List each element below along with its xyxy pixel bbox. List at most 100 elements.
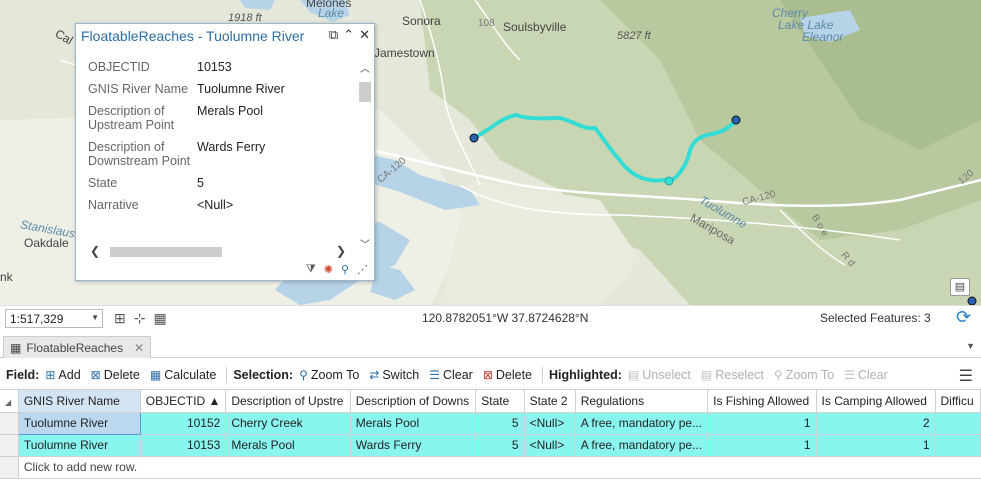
feature-popup: FloatableReaches - Tuolumne River ⧉ ⌃ ✕ … bbox=[75, 23, 375, 281]
reach-endpoint-edge[interactable] bbox=[967, 296, 977, 305]
map-tool-icon[interactable]: ▤ bbox=[950, 278, 970, 296]
collapse-icon[interactable]: ⌃ bbox=[343, 27, 354, 43]
zoom-icon[interactable]: ⚲ bbox=[341, 263, 349, 276]
table-cell[interactable]: 10153 bbox=[140, 434, 227, 457]
column-header[interactable]: Description of Upstre bbox=[225, 390, 351, 413]
pane-menu-icon[interactable]: ▼ bbox=[966, 341, 975, 351]
table-cell[interactable]: Merals Pool bbox=[350, 412, 477, 435]
fixed-zoom-icon[interactable]: ⊞ bbox=[114, 310, 126, 327]
popup-title: FloatableReaches - Tuolumne River bbox=[81, 28, 305, 44]
selected-features-count[interactable]: Selected Features: 3 bbox=[820, 311, 931, 325]
add-field-icon: ⊞ bbox=[45, 368, 56, 382]
zoom-to-highlighted-button[interactable]: ⚲ Zoom To bbox=[774, 368, 834, 382]
row-selector[interactable] bbox=[0, 412, 19, 435]
scroll-right-icon[interactable]: ❯ bbox=[336, 244, 346, 258]
table-row[interactable]: Tuolumne River 10153 Merals Pool Wards F… bbox=[0, 434, 981, 457]
selection-group-label: Selection: bbox=[233, 368, 294, 382]
switch-selection-button[interactable]: ⇄ Switch bbox=[369, 368, 419, 382]
scroll-thumb[interactable] bbox=[359, 82, 371, 102]
table-cell[interactable]: Tuolumne River bbox=[18, 434, 141, 457]
hamburger-menu-icon[interactable]: ☰ bbox=[959, 366, 973, 386]
column-header[interactable]: Is Fishing Allowed bbox=[707, 390, 817, 413]
switch-icon: ⇄ bbox=[369, 368, 380, 382]
table-cell[interactable]: A free, mandatory pe... bbox=[575, 412, 709, 435]
map-label-elev-5827: 5827 ft bbox=[617, 30, 651, 42]
calculate-field-button[interactable]: ▦ Calculate bbox=[150, 368, 216, 382]
table-row[interactable]: Tuolumne River 10152 Cherry Creek Merals… bbox=[0, 411, 981, 435]
add-row-prompt[interactable]: Click to add new row. bbox=[18, 456, 981, 479]
field-group-label: Field: bbox=[6, 368, 40, 382]
delete-selection-button[interactable]: ⊠ Delete bbox=[483, 368, 532, 382]
table-cell[interactable] bbox=[935, 412, 981, 435]
tab-floatable-reaches[interactable]: ▦ FloatableReaches ✕ bbox=[3, 336, 152, 358]
popup-vertical-scrollbar[interactable]: ︿ ﹀ bbox=[358, 60, 372, 252]
popup-field-row: GNIS River Name Tuolumne River bbox=[88, 82, 358, 96]
column-header[interactable]: Is Camping Allowed bbox=[816, 390, 936, 413]
scroll-thumb[interactable] bbox=[110, 247, 222, 257]
column-header[interactable]: Regulations bbox=[575, 390, 709, 413]
popout-icon[interactable]: ⧉ bbox=[329, 27, 338, 43]
field-key: GNIS River Name bbox=[88, 82, 189, 96]
row-selector[interactable] bbox=[0, 434, 19, 457]
clear-highlighted-button[interactable]: ☰ Clear bbox=[844, 368, 888, 382]
clear-icon: ☰ bbox=[429, 368, 440, 382]
delete-records-label: Delete bbox=[495, 368, 533, 382]
table-cell[interactable]: Wards Ferry bbox=[350, 434, 477, 457]
table-cell[interactable]: Tuolumne River bbox=[17, 411, 141, 435]
table-cell[interactable]: Cherry Creek bbox=[225, 412, 351, 435]
filter-icon[interactable]: ⧩ bbox=[306, 263, 316, 276]
table-cell[interactable]: <Null> bbox=[524, 434, 576, 457]
table-cell[interactable]: A free, mandatory pe... bbox=[575, 434, 709, 457]
zoom-to-selection-button[interactable]: ⚲ Zoom To bbox=[299, 368, 359, 382]
close-tab-icon[interactable]: ✕ bbox=[134, 341, 144, 355]
column-header[interactable]: GNIS River Name bbox=[18, 390, 141, 413]
clear-selection-button[interactable]: ☰ Clear bbox=[429, 368, 473, 382]
reach-midpoint[interactable] bbox=[664, 176, 674, 186]
resize-grip-icon[interactable]: ⋰ bbox=[357, 263, 368, 276]
table-cell[interactable]: 5 bbox=[475, 412, 525, 435]
scroll-down-icon[interactable]: ﹀ bbox=[358, 236, 372, 251]
column-header[interactable]: State 2 bbox=[524, 390, 576, 413]
grid-icon[interactable]: ▦ bbox=[153, 310, 166, 327]
refresh-icon[interactable]: ⟳ bbox=[956, 307, 971, 328]
reselect-label: Reselect bbox=[715, 368, 764, 382]
table-cell[interactable] bbox=[935, 434, 981, 457]
field-key: Description of Upstream Point bbox=[88, 104, 175, 132]
column-header[interactable]: Description of Downs bbox=[350, 390, 477, 413]
table-cell[interactable]: 1 bbox=[707, 412, 817, 435]
table-cell[interactable]: 2 bbox=[816, 412, 936, 435]
add-field-button[interactable]: ⊞ Add bbox=[45, 368, 80, 382]
column-header[interactable]: OBJECTID ▲ bbox=[140, 390, 227, 413]
scroll-up-icon[interactable]: ︿ bbox=[358, 60, 372, 75]
unselect-button[interactable]: ▤ Unselect bbox=[628, 368, 691, 382]
field-value: 5 bbox=[197, 176, 204, 190]
scroll-left-icon[interactable]: ❮ bbox=[90, 244, 100, 258]
reselect-button[interactable]: ▤ Reselect bbox=[701, 368, 764, 382]
delete-field-button[interactable]: ⊠ Delete bbox=[91, 368, 140, 382]
table-cell[interactable]: 10152 bbox=[140, 412, 227, 435]
zoom-to-label: Zoom To bbox=[785, 368, 835, 382]
close-icon[interactable]: ✕ bbox=[359, 27, 370, 43]
switch-label: Switch bbox=[382, 368, 420, 382]
reach-endpoint-west[interactable] bbox=[469, 133, 479, 143]
snap-icon[interactable]: ⊹ bbox=[134, 310, 146, 327]
table-cell[interactable]: 5 bbox=[475, 434, 525, 457]
clear-label: Clear bbox=[442, 368, 473, 382]
highlighted-group-label: Highlighted: bbox=[549, 368, 622, 382]
table-tab-strip: ▦ FloatableReaches ✕ ▼ bbox=[0, 336, 981, 358]
table-cell[interactable]: <Null> bbox=[524, 412, 576, 435]
calculate-label: Calculate bbox=[164, 368, 217, 382]
column-header[interactable]: Difficu bbox=[935, 390, 981, 413]
table-cell[interactable]: 1 bbox=[707, 434, 817, 457]
scale-selector[interactable]: 1:517,329 ▼ bbox=[5, 309, 103, 328]
add-new-row[interactable]: Click to add new row. bbox=[0, 456, 981, 479]
tab-label: FloatableReaches bbox=[26, 340, 124, 355]
popup-horizontal-scrollbar[interactable]: ❮ ❯ bbox=[90, 244, 346, 258]
table-cell[interactable]: Merals Pool bbox=[225, 434, 351, 457]
table-cell[interactable]: 1 bbox=[816, 434, 936, 457]
row-selector-header[interactable]: ◢ bbox=[0, 390, 19, 413]
column-header[interactable]: State bbox=[475, 390, 525, 413]
reach-endpoint-east[interactable] bbox=[731, 115, 741, 125]
map-status-bar: 1:517,329 ▼ ⊞ ⊹ ▦ 120.8782051°W 37.87246… bbox=[0, 305, 981, 330]
flash-icon[interactable]: ✺ bbox=[324, 263, 333, 276]
